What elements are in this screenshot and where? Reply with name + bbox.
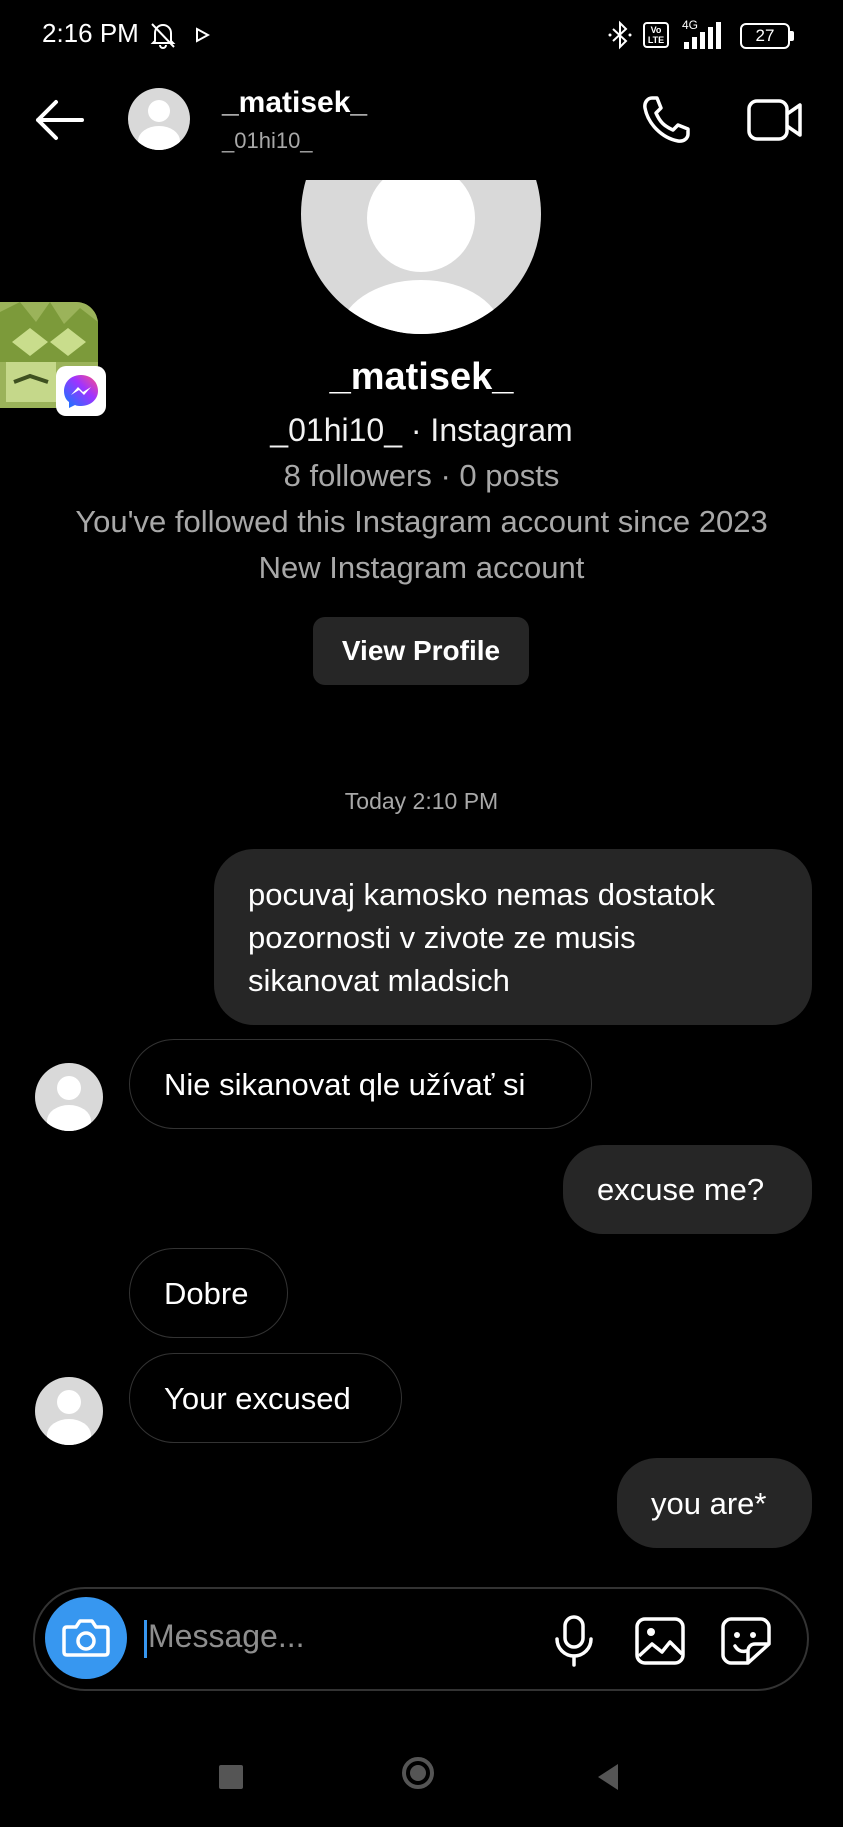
profile-handle: _01hi10_ · Instagram bbox=[270, 412, 573, 448]
chat-timestamp: Today 2:10 PM bbox=[344, 788, 499, 814]
message-text-line: pozornosti v zivote ze musis bbox=[248, 919, 636, 955]
message-text: Nie sikanovat qle užívať si bbox=[164, 1066, 526, 1102]
message-sent[interactable]: you are* bbox=[617, 1458, 812, 1548]
mute-bell-icon bbox=[150, 23, 176, 49]
message-sent[interactable]: excuse me? bbox=[563, 1145, 812, 1234]
bluetooth-icon bbox=[608, 20, 632, 50]
message-text: Dobre bbox=[164, 1275, 249, 1311]
battery-icon: 27 bbox=[740, 23, 790, 49]
back-nav-icon[interactable] bbox=[594, 1762, 622, 1792]
header-username[interactable]: _01hi10_ bbox=[222, 128, 313, 154]
message-text: you are* bbox=[651, 1485, 767, 1521]
text-cursor bbox=[144, 1620, 147, 1658]
play-indicator-icon bbox=[196, 27, 210, 43]
profile-avatar[interactable] bbox=[301, 180, 541, 334]
header-avatar[interactable] bbox=[128, 88, 190, 150]
gallery-icon[interactable] bbox=[634, 1616, 686, 1666]
sender-avatar[interactable] bbox=[35, 1063, 103, 1131]
microphone-icon[interactable] bbox=[552, 1614, 596, 1668]
view-profile-button[interactable]: View Profile bbox=[313, 617, 529, 685]
home-button-dot bbox=[410, 1765, 426, 1781]
sender-avatar[interactable] bbox=[35, 1377, 103, 1445]
phone-icon[interactable] bbox=[640, 94, 692, 146]
profile-name: _matisek_ bbox=[329, 356, 514, 398]
signal-icon bbox=[684, 22, 721, 49]
volte-badge: Vo LTE bbox=[643, 22, 669, 48]
profile-stats: 8 followers · 0 posts bbox=[283, 458, 560, 493]
message-sent[interactable]: pocuvaj kamosko nemas dostatok pozornost… bbox=[214, 849, 812, 1025]
profile-new-account: New Instagram account bbox=[258, 550, 585, 585]
message-received[interactable]: Dobre bbox=[129, 1248, 288, 1338]
message-received[interactable]: Nie sikanovat qle užívať si bbox=[129, 1039, 592, 1129]
profile-follow-info: You've followed this Instagram account s… bbox=[75, 504, 768, 539]
message-text-line: pocuvaj kamosko nemas dostatok bbox=[248, 876, 715, 912]
message-input[interactable]: Message... bbox=[148, 1618, 305, 1655]
header-name[interactable]: _matisek_ bbox=[222, 86, 367, 120]
message-text: Your excused bbox=[164, 1380, 351, 1416]
sticker-icon[interactable] bbox=[720, 1616, 772, 1666]
battery-tip bbox=[790, 31, 794, 41]
camera-icon bbox=[62, 1619, 110, 1657]
video-camera-icon[interactable] bbox=[746, 97, 804, 143]
camera-button[interactable] bbox=[45, 1597, 127, 1679]
message-text: excuse me? bbox=[597, 1172, 765, 1207]
recents-button[interactable] bbox=[219, 1765, 243, 1789]
back-arrow-icon[interactable] bbox=[34, 98, 86, 142]
message-text-line: sikanovat mladsich bbox=[248, 962, 510, 998]
message-received[interactable]: Your excused bbox=[129, 1353, 402, 1443]
status-time: 2:16 PM bbox=[42, 18, 139, 48]
